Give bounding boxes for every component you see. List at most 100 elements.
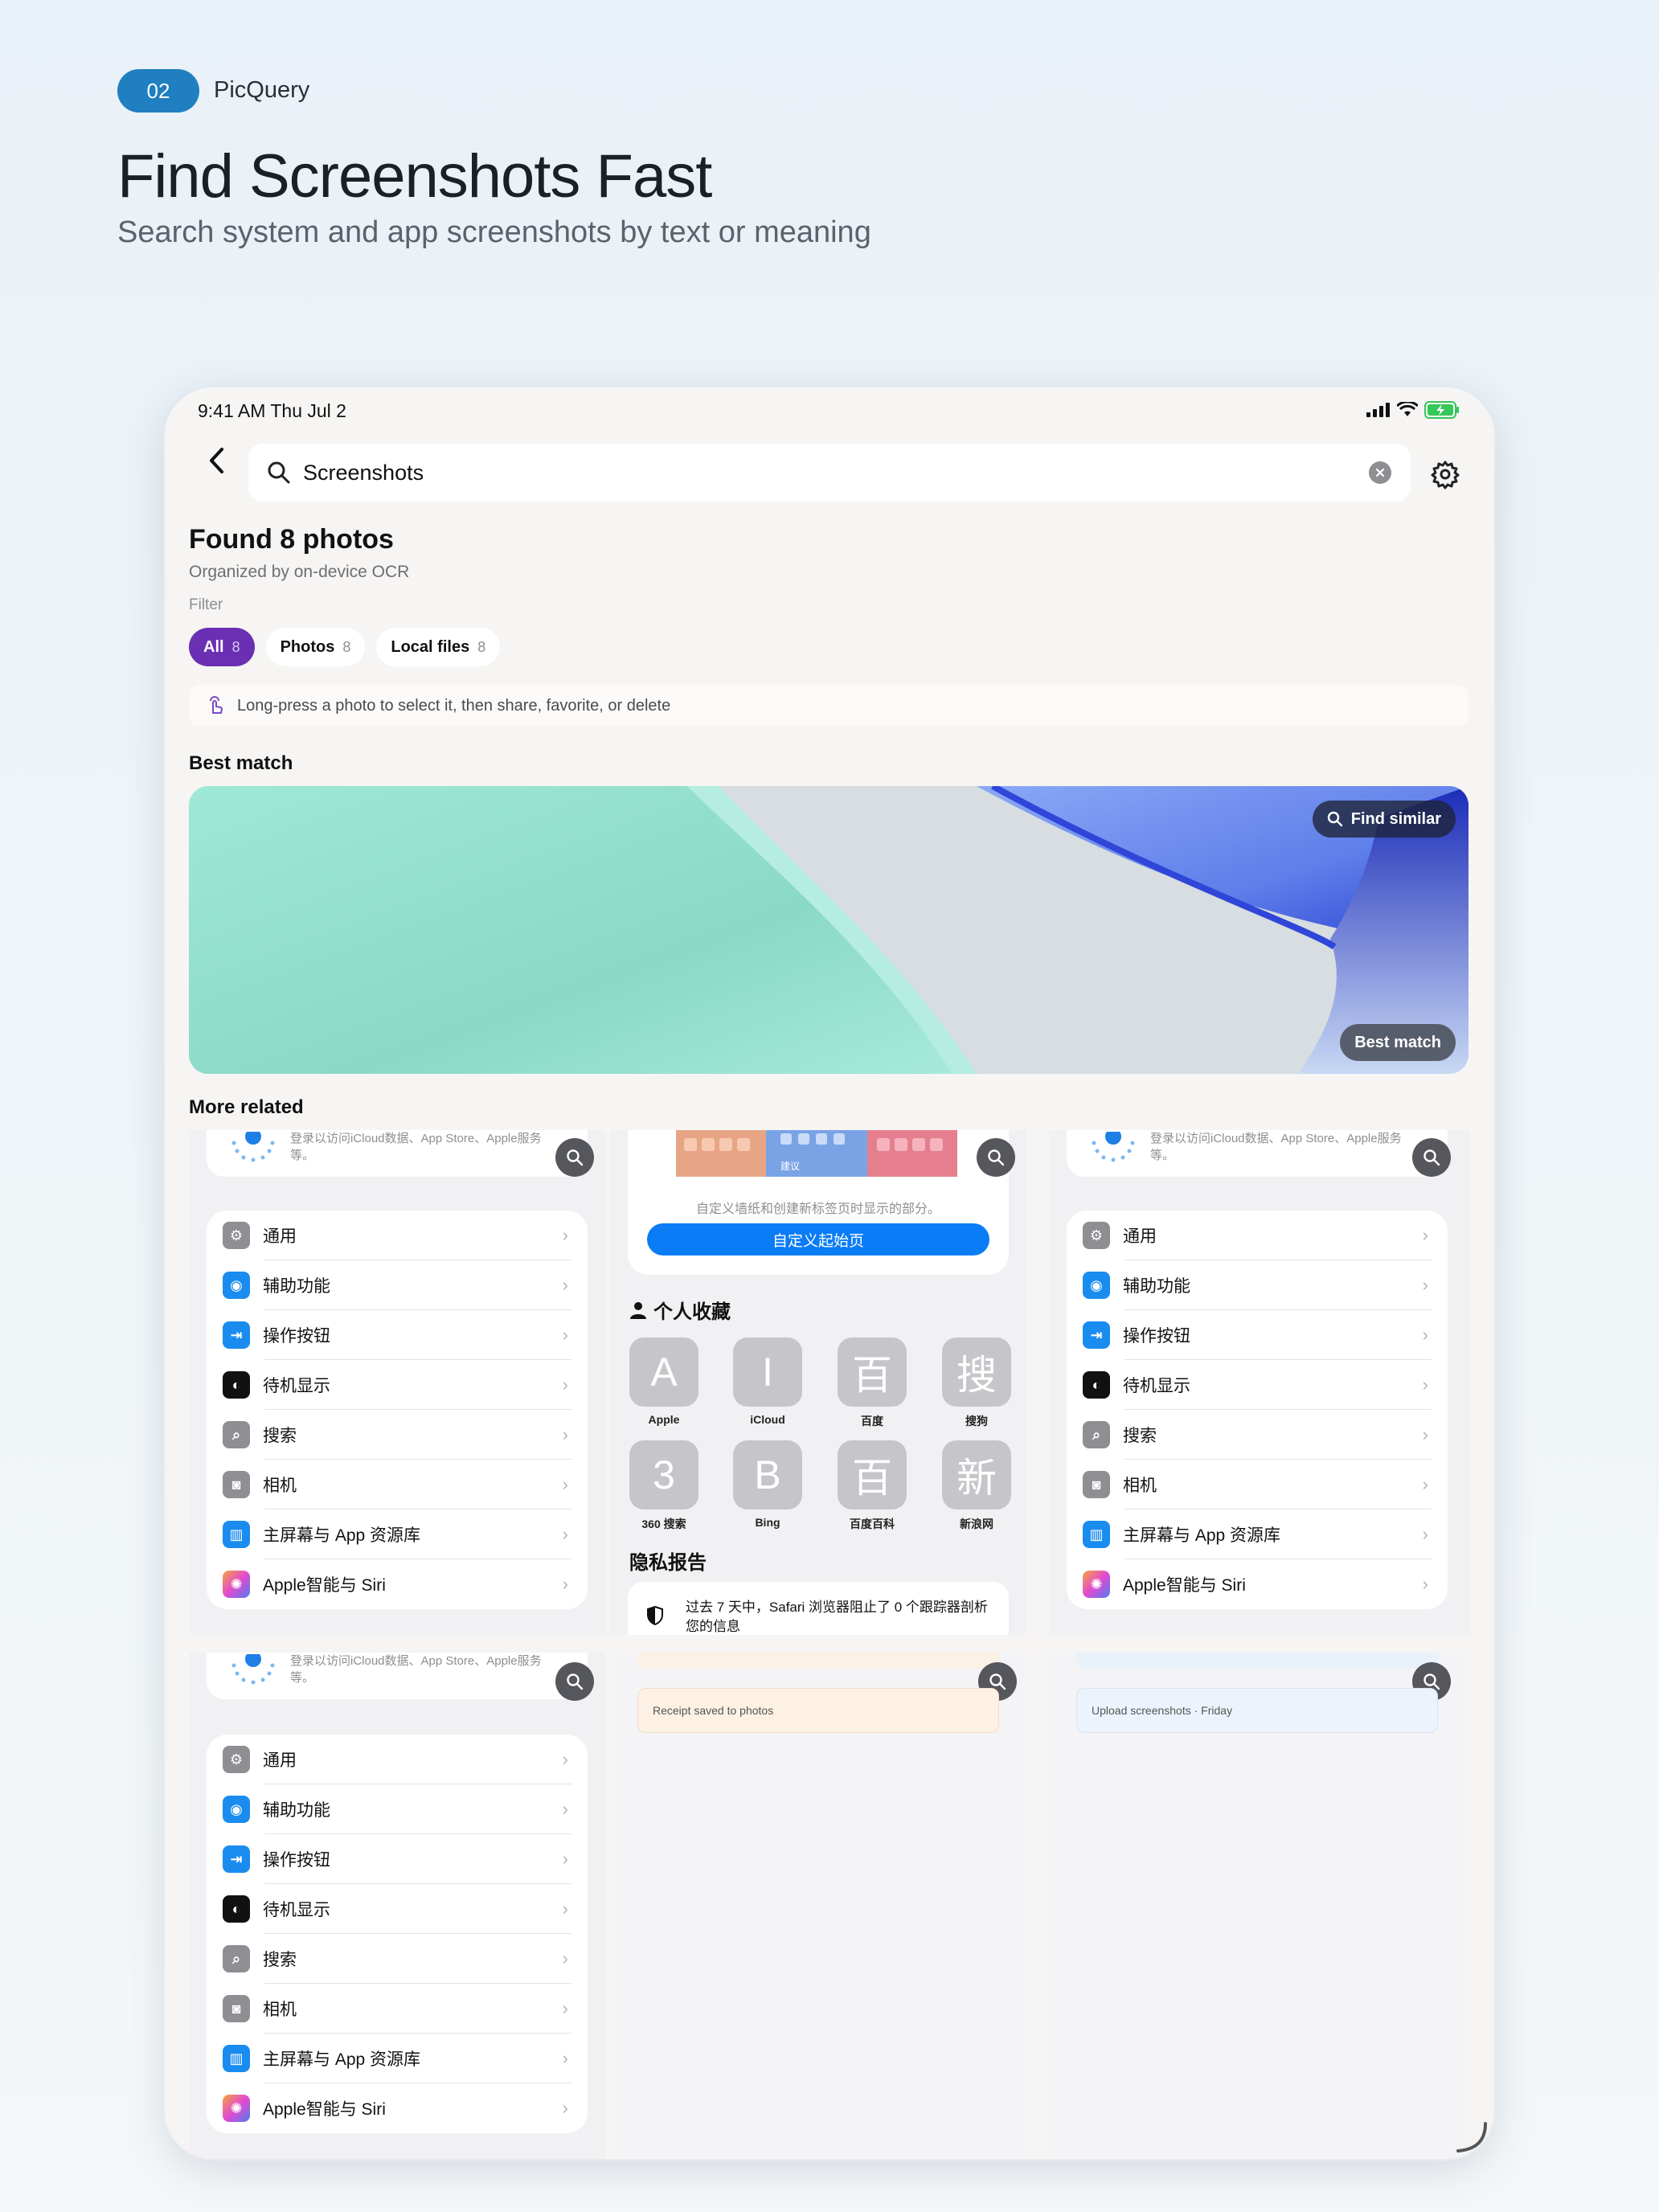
status-icons: [1366, 400, 1460, 420]
settings-row: ◉ 辅助功能 ›: [1067, 1260, 1448, 1310]
row-label: 相机: [263, 1477, 297, 1495]
row-label: 主屏幕与 App 资源库: [263, 1526, 421, 1545]
preview-button[interactable]: [1412, 1138, 1451, 1177]
chip-label: All: [203, 637, 224, 656]
row-label: Apple智能与 Siri: [1123, 1576, 1246, 1595]
camera-icon: ◙: [1083, 1471, 1110, 1498]
section-number-badge: 02: [117, 69, 199, 113]
standby-icon: ◐: [223, 1895, 250, 1923]
back-button[interactable]: [196, 440, 236, 481]
search-icon: [1327, 811, 1342, 827]
chip-label: Photos: [280, 637, 335, 656]
chevron-right-icon: ›: [562, 1948, 568, 1968]
hint-text: Long-press a photo to select it, then sh…: [237, 696, 671, 715]
best-match-photo[interactable]: Find similar Best match: [189, 786, 1469, 1074]
settings-row: ✺ Apple智能与 Siri ›: [207, 2083, 588, 2133]
suggest-label: 建议: [780, 1161, 801, 1172]
row-label: 相机: [263, 2001, 297, 2019]
battery-charging-icon: [1424, 401, 1459, 419]
photo-thumbnail[interactable]: 登录以访问iCloud数据、App Store、Apple服务等。 ⚙ 通用 › ◉…: [189, 1130, 605, 1635]
row-label: 主屏幕与 App 资源库: [1123, 1526, 1281, 1545]
privacy-report-text: 过去 7 天中，Safari 浏览器阻止了 0 个跟踪器剖析您的信息: [686, 1600, 988, 1634]
best-match-badge-label: Best match: [1354, 1033, 1441, 1051]
upload-note: Upload screenshots · Friday: [1076, 1688, 1438, 1733]
chevron-right-icon: ›: [562, 1574, 568, 1594]
settings-row: ◙ 相机 ›: [207, 1984, 588, 2034]
accessibility-icon: ◉: [223, 1272, 250, 1299]
row-label: 操作按钮: [263, 1851, 330, 1870]
chevron-right-icon: ›: [562, 1524, 568, 1544]
row-label: 待机显示: [263, 1377, 330, 1395]
find-similar-label: Find similar: [1350, 809, 1441, 828]
settings-row: ◙ 相机 ›: [207, 1460, 588, 1509]
settings-row: ⌕ 搜索 ›: [207, 1934, 588, 1984]
camera-icon: ◙: [223, 1995, 250, 2022]
settings-row: ⌕ 搜索 ›: [207, 1410, 588, 1460]
loading-spinner-icon: [1456, 2122, 1487, 2153]
page-subtitle: Search system and app screenshots by tex…: [117, 215, 871, 249]
filter-chips: All 8 Photos 8 Local files 8: [189, 628, 501, 666]
filter-chip-photos[interactable]: Photos 8: [265, 628, 366, 666]
filter-chip-all[interactable]: All 8: [189, 628, 255, 666]
chevron-right-icon: ›: [562, 2098, 568, 2118]
favorite-glyph: 新: [942, 1440, 1011, 1509]
search-bar[interactable]: [248, 444, 1411, 502]
tap-hand-icon: [210, 696, 223, 714]
chevron-right-icon: ›: [1422, 1474, 1428, 1494]
settings-row: ⌕ 搜索 ›: [1067, 1410, 1448, 1460]
favorite-item: 百百度百科: [838, 1440, 907, 1532]
camera-icon: ◙: [223, 1471, 250, 1498]
search-icon: [988, 1149, 1005, 1166]
filter-label: Filter: [189, 596, 223, 613]
settings-list: ⚙ 通用 › ◉ 辅助功能 › ⇥ 操作按钮 › ◐ 待机显示 › ⌕ 搜索 › ◙ 相机 › ▥ 主屏幕…: [207, 1210, 588, 1609]
home-screen-icon: ▥: [223, 1521, 250, 1548]
favorite-glyph: 搜: [942, 1337, 1011, 1407]
photo-thumbnail[interactable]: 建议 自定义墙纸和创建新标签页时显示的部分。 自定义起始页 个人收藏 A Appl…: [610, 1130, 1026, 1635]
tablet-screen: 9:41 AM Thu Jul 2 Found 8 photos Organiz…: [166, 389, 1493, 2159]
chevron-right-icon: ›: [562, 1325, 568, 1345]
settings-row: ▥ 主屏幕与 App 资源库 ›: [207, 2034, 588, 2083]
apple-account-icon: [231, 1132, 275, 1162]
photo-thumbnail[interactable]: 登录以访问iCloud数据、App Store、Apple服务等。 ⚙ 通用 › ◉…: [189, 1653, 605, 2159]
preview-button[interactable]: [977, 1138, 1015, 1177]
chevron-right-icon: ›: [562, 1225, 568, 1245]
chevron-right-icon: ›: [1422, 1275, 1428, 1295]
filter-chip-local-files[interactable]: Local files 8: [376, 628, 501, 666]
favorite-name: 新浪网: [960, 1518, 993, 1530]
settings-list: ⚙ 通用 › ◉ 辅助功能 › ⇥ 操作按钮 › ◐ 待机显示 › ⌕ 搜索 › ◙ 相机 › ▥ 主屏幕…: [1067, 1210, 1448, 1609]
action-button-icon: ⇥: [1083, 1321, 1110, 1349]
favorite-item: 百百度: [838, 1337, 907, 1429]
favorite-item: IiCloud: [733, 1337, 802, 1426]
chevron-right-icon: ›: [1422, 1574, 1428, 1594]
preview-button[interactable]: [555, 1662, 594, 1701]
favorite-item: B Bing: [733, 1440, 802, 1529]
settings-row: ⇥ 操作按钮 ›: [1067, 1310, 1448, 1360]
customize-start-page-button[interactable]: 自定义起始页: [647, 1223, 989, 1256]
row-label: 操作按钮: [1123, 1327, 1190, 1346]
photo-thumbnail[interactable]: Receipt saved to photos: [610, 1653, 1026, 2159]
chevron-right-icon: ›: [562, 1799, 568, 1819]
search-icon: [268, 461, 290, 484]
status-bar: 9:41 AM Thu Jul 2: [166, 389, 1493, 434]
settings-row: ◐ 待机显示 ›: [207, 1884, 588, 1934]
photo-thumbnail[interactable]: 登录以访问iCloud数据、App Store、Apple服务等。 ⚙ 通用 › ◉…: [1049, 1130, 1470, 1635]
results-title: Found 8 photos: [189, 524, 394, 555]
settings-button[interactable]: [1429, 458, 1461, 490]
action-button-icon: ⇥: [223, 1845, 250, 1873]
preview-button[interactable]: [555, 1138, 594, 1177]
row-label: 通用: [263, 1751, 297, 1770]
clear-search-button[interactable]: [1369, 461, 1391, 484]
search-input[interactable]: [303, 460, 1348, 485]
row-label: 辅助功能: [263, 1277, 330, 1296]
row-label: 辅助功能: [263, 1801, 330, 1820]
favorite-item: 3 360 搜索: [629, 1440, 698, 1532]
siri-icon: ✺: [223, 1571, 250, 1598]
find-similar-button[interactable]: Find similar: [1312, 801, 1456, 838]
favorite-name: 搜狗: [965, 1415, 988, 1428]
search-icon: [567, 1673, 584, 1690]
standby-icon: ◐: [223, 1371, 250, 1399]
chevron-right-icon: ›: [1422, 1424, 1428, 1444]
start-page-card: 建议 自定义墙纸和创建新标签页时显示的部分。 自定义起始页: [628, 1130, 1009, 1275]
favorite-name: iCloud: [750, 1413, 785, 1426]
photo-thumbnail[interactable]: Upload screenshots · Friday: [1049, 1653, 1470, 2159]
